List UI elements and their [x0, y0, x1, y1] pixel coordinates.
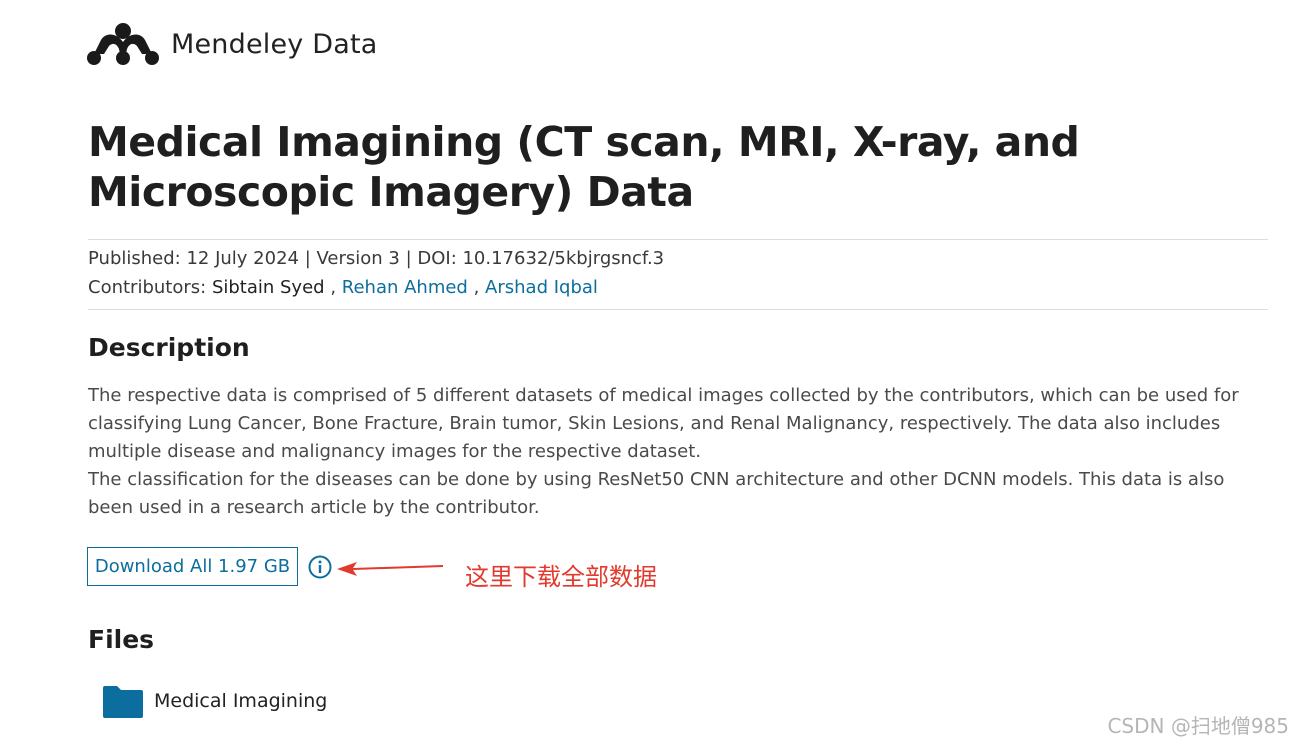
published-info: Published: 12 July 2024 | Version 3 | DO… — [88, 248, 665, 269]
contributors-label: Contributors: — [88, 277, 207, 298]
mendeley-logo-icon — [87, 23, 159, 65]
watermark: CSDN @扫地僧985 — [1107, 714, 1289, 738]
annotation-arrow-icon — [337, 562, 443, 576]
contributor-sibtain-syed: Sibtain Syed — [211, 277, 325, 298]
brand-name: Mendeley Data — [171, 28, 378, 60]
download-all-button[interactable]: Download All 1.97 GB — [87, 547, 298, 586]
description-heading: Description — [88, 333, 250, 362]
info-icon[interactable] — [308, 555, 332, 579]
divider — [88, 239, 1268, 240]
contributor-link-arshad-iqbal[interactable]: Arshad Iqbal — [485, 277, 598, 298]
file-item[interactable]: Medical Imagining — [103, 684, 327, 718]
file-name: Medical Imagining — [154, 690, 328, 712]
mendeley-logo[interactable]: Mendeley Data — [86, 22, 378, 66]
folder-icon — [103, 686, 143, 718]
files-heading: Files — [88, 625, 155, 654]
contributor-separator: , — [467, 277, 486, 298]
description-body: The respective data is comprised of 5 di… — [88, 382, 1258, 522]
description-paragraph: The classification for the diseases can … — [88, 469, 1225, 518]
page-title: Medical Imagining (CT scan, MRI, X-ray, … — [88, 118, 1080, 216]
contributors-line: Contributors: Sibtain Syed , Rehan Ahmed… — [88, 277, 598, 299]
contributor-separator: , — [324, 277, 342, 298]
divider — [88, 309, 1268, 310]
annotation-text: 这里下载全部数据 — [465, 563, 657, 591]
contributor-link-rehan-ahmed[interactable]: Rehan Ahmed — [342, 277, 468, 298]
description-paragraph: The respective data is comprised of 5 di… — [88, 385, 1239, 462]
